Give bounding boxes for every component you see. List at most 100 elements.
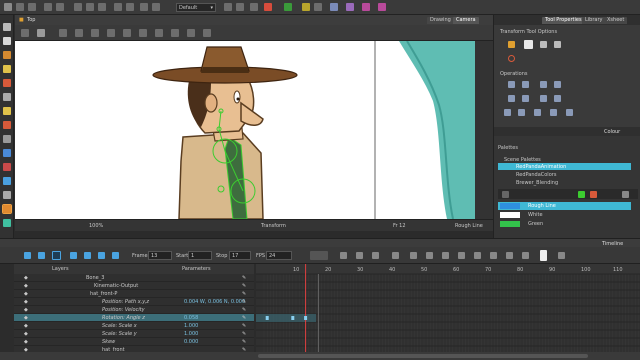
first-frame-icon[interactable]: [70, 252, 77, 259]
edit-curve-icon[interactable]: ✎: [242, 315, 246, 321]
tab-drawing[interactable]: Drawing: [427, 17, 454, 24]
view-grid-icon[interactable]: [59, 29, 67, 37]
copy-icon[interactable]: [86, 3, 94, 11]
transform-icon[interactable]: [346, 3, 354, 11]
record-icon[interactable]: [264, 3, 272, 11]
distribute-icon[interactable]: [522, 95, 529, 102]
more-op-1-icon[interactable]: [504, 109, 511, 116]
paste-icon[interactable]: [98, 3, 106, 11]
view-j-icon[interactable]: [203, 29, 211, 37]
paint-tool-icon[interactable]: [3, 149, 11, 157]
tool-b-icon[interactable]: [236, 3, 244, 11]
layer-enable-icon[interactable]: ◆: [24, 283, 28, 289]
view-i-icon[interactable]: [187, 29, 195, 37]
more-op-4-icon[interactable]: [550, 109, 557, 116]
edit-curve-icon[interactable]: ✎: [242, 283, 246, 289]
fps-field[interactable]: 24: [266, 251, 292, 260]
viewer-scrollbar[interactable]: [475, 41, 493, 219]
hold-icon[interactable]: [410, 252, 417, 259]
undo-icon[interactable]: [44, 3, 52, 11]
stop-icon[interactable]: [38, 252, 45, 259]
view-b-icon[interactable]: [75, 29, 83, 37]
redo-icon[interactable]: [56, 3, 64, 11]
rig-tool-icon[interactable]: [2, 204, 12, 214]
next-frame-icon[interactable]: [98, 252, 105, 259]
tab-tool-properties[interactable]: Tool Properties: [542, 17, 585, 24]
pencil-tool-icon[interactable]: [3, 65, 11, 73]
layer-row[interactable]: ◆ Rotation: Angle z 0.058 ✎: [14, 314, 254, 322]
keyframe-icon[interactable]: [340, 252, 347, 259]
view-a-icon[interactable]: [21, 29, 29, 37]
layer-value[interactable]: 0.004 W, 0.006 N, 0.000: [184, 299, 245, 305]
brush-tool-icon[interactable]: [3, 51, 11, 59]
onion-skin-icon[interactable]: [152, 3, 160, 11]
contour-editor-icon[interactable]: [3, 37, 11, 45]
cut-icon[interactable]: [74, 3, 82, 11]
layer-row[interactable]: ◆ Position: Velocity ✎: [14, 306, 254, 314]
palette-selected[interactable]: RedPandaAnimation: [498, 163, 631, 170]
edit-curve-icon[interactable]: ✎: [242, 339, 246, 345]
more-op-3-icon[interactable]: [534, 109, 541, 116]
palette-brewer[interactable]: Brewer_Blending: [516, 180, 558, 186]
layer-enable-icon[interactable]: ◆: [24, 323, 28, 329]
add-colour-icon[interactable]: [578, 191, 585, 198]
layer-row[interactable]: ◆ Scale: Scale y 1.000 ✎: [14, 330, 254, 338]
add-keyframe-icon[interactable]: [356, 252, 363, 259]
timeline-frames[interactable]: 10 20 30 40 50 60 70 80 90 100 110: [256, 264, 640, 355]
tl-tool-b-icon[interactable]: [506, 252, 513, 259]
eraser-tool-icon[interactable]: [3, 79, 11, 87]
tab-xsheet[interactable]: Xsheet: [604, 17, 628, 24]
deformer-icon[interactable]: [284, 3, 292, 11]
more-op-2-icon[interactable]: [518, 109, 525, 116]
timeline-hscrollbar[interactable]: [258, 354, 588, 358]
loop-icon[interactable]: [52, 251, 61, 260]
rotate-ccw-icon[interactable]: [540, 81, 547, 88]
layer-list[interactable]: ◆ Bone_3 ✎ ◆ Kinematic-Output ✎ ◆ hat_front-P ✎ ◆…: [14, 274, 254, 354]
view-g-icon[interactable]: [155, 29, 163, 37]
reset-all-icon[interactable]: [554, 95, 561, 102]
pivot-mode-icon[interactable]: [554, 41, 561, 48]
start-field[interactable]: 1: [188, 251, 212, 260]
rig-icon[interactable]: [302, 3, 310, 11]
palette-redpanda-colors[interactable]: RedPandaColors: [516, 172, 556, 178]
select-icon[interactable]: [330, 3, 338, 11]
tl-tool-c-icon[interactable]: [522, 252, 529, 259]
edit-curve-icon[interactable]: ✎: [242, 291, 246, 297]
cutter-tool-icon[interactable]: [3, 135, 11, 143]
shape-tool-icon[interactable]: [3, 121, 11, 129]
layer-enable-icon[interactable]: ◆: [24, 275, 28, 281]
grid-icon[interactable]: [140, 3, 148, 11]
select-mode-icon[interactable]: [508, 41, 515, 48]
peg-select-icon[interactable]: [524, 40, 533, 49]
view-c-icon[interactable]: [91, 29, 99, 37]
layer-enable-icon[interactable]: ◆: [24, 291, 28, 297]
tab-camera[interactable]: Camera: [453, 17, 479, 24]
tab-library[interactable]: Library: [582, 17, 606, 24]
tl-tool-a-icon[interactable]: [490, 252, 497, 259]
kinematic-icon[interactable]: [378, 3, 386, 11]
layer-row[interactable]: ◆ Skew 0.000 ✎: [14, 338, 254, 346]
layer-value[interactable]: 1.000: [184, 323, 198, 329]
remove-keyframe-icon[interactable]: [372, 252, 379, 259]
transform-mode-icon[interactable]: [540, 41, 547, 48]
stop-motion-icon[interactable]: [442, 252, 449, 259]
layer-enable-icon[interactable]: ◆: [24, 299, 28, 305]
play-icon[interactable]: [24, 252, 31, 259]
prev-frame-icon[interactable]: [84, 252, 91, 259]
swatch-row-rough-line[interactable]: Rough Line: [498, 202, 631, 210]
layer-enable-icon[interactable]: ◆: [24, 315, 28, 321]
hand-tool-icon[interactable]: [3, 177, 11, 185]
layer-row[interactable]: ◆ Position: Path x,y,z 0.004 W, 0.006 N, 0…: [14, 298, 254, 306]
swatch-tool-a-icon[interactable]: [502, 191, 509, 198]
layer-row[interactable]: ◆ Bone_3 ✎: [14, 274, 254, 282]
camera-tool-icon[interactable]: [3, 219, 11, 227]
layer-enable-icon[interactable]: ◆: [24, 339, 28, 345]
zoom-level[interactable]: 100%: [89, 223, 103, 229]
ease-icon[interactable]: [392, 252, 399, 259]
camera-canvas[interactable]: [15, 41, 475, 219]
playback-icon[interactable]: [114, 3, 122, 11]
save-icon[interactable]: [28, 3, 36, 11]
settings-icon[interactable]: [37, 29, 45, 37]
tl-tool-d-icon[interactable]: [540, 250, 547, 261]
extend-icon[interactable]: [458, 252, 465, 259]
